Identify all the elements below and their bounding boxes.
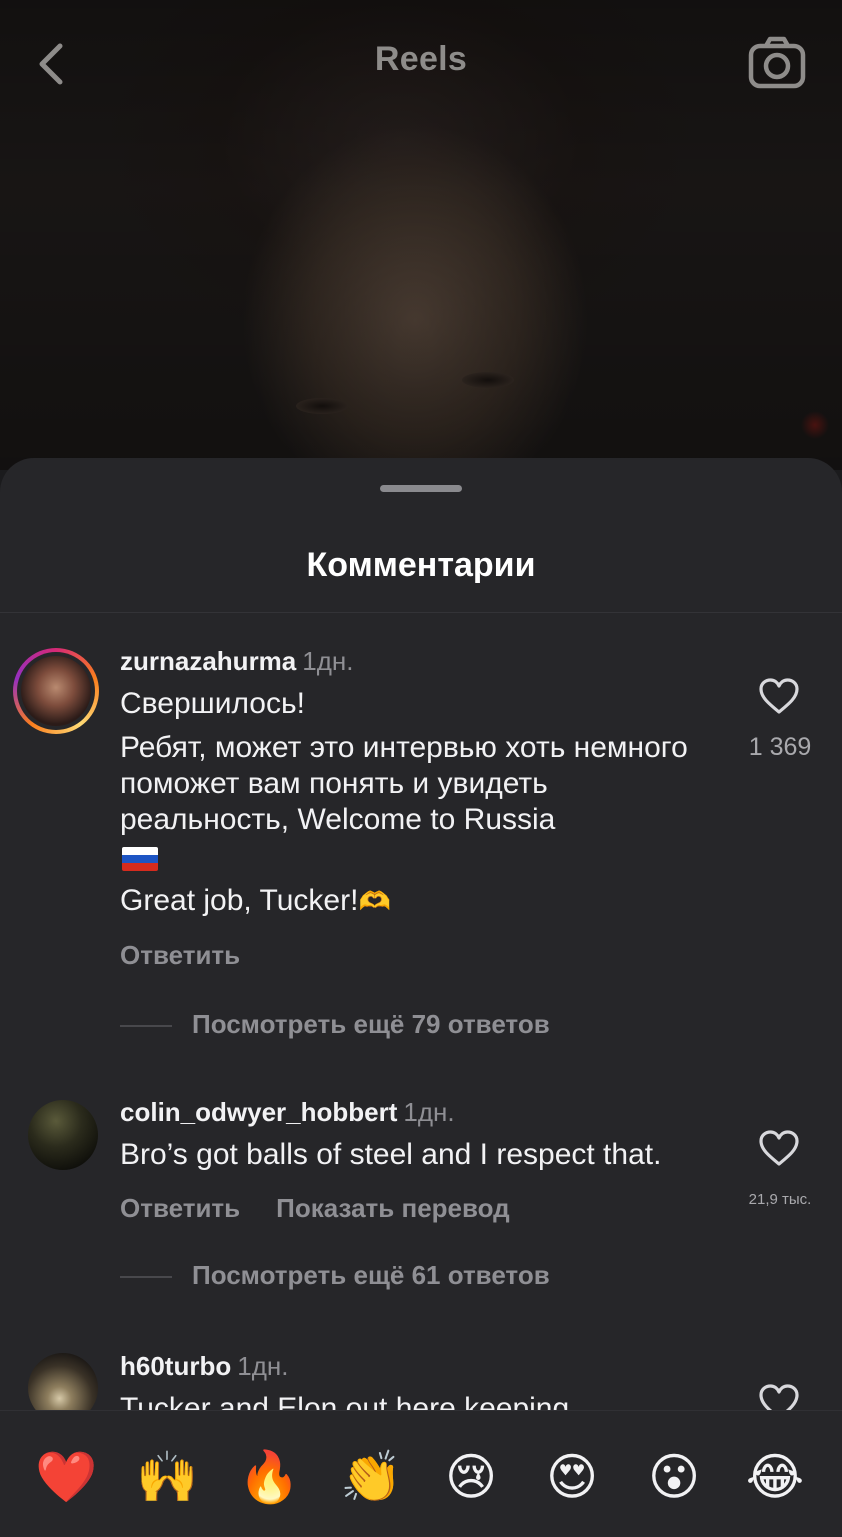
heart-hands-emoji-icon: 🫶 <box>358 886 391 916</box>
camera-button[interactable] <box>747 34 807 90</box>
view-replies-button[interactable]: Посмотреть ещё 61 ответов <box>120 1260 550 1291</box>
comment-text-line: Great job, Tucker! <box>120 884 359 917</box>
flag-russia-icon <box>122 847 158 871</box>
comment-header: zurnazahurma 1дн. <box>120 646 353 677</box>
sheet-grabber-handle[interactable] <box>380 485 462 492</box>
fire-emoji-icon[interactable]: 🔥 <box>238 1447 300 1507</box>
comment-item: h60turbo 1дн. Tucker and Elon out here ke… <box>0 1318 842 1410</box>
like-button[interactable] <box>758 1129 800 1167</box>
comments-list[interactable]: zurnazahurma 1дн. Свершилось! Ребят, може… <box>0 613 842 1410</box>
reply-button[interactable]: Ответить <box>120 1193 240 1223</box>
comment-text-line: Tucker and Elon out here keeping <box>120 1392 570 1410</box>
avatar[interactable] <box>28 1353 98 1410</box>
page-title: Reels <box>374 40 468 78</box>
comment-item: colin_odwyer_hobbert 1дн. Bro’s got balls… <box>0 1063 842 1293</box>
heart-outline-icon <box>759 678 799 714</box>
comment-header: h60turbo 1дн. <box>120 1351 288 1382</box>
heart-eyes-emoji-icon[interactable]: 😍 <box>542 1447 602 1507</box>
view-replies-label: Посмотреть ещё 79 ответов <box>192 1009 550 1039</box>
show-translation-button[interactable]: Показать перевод <box>276 1193 510 1223</box>
comment-username[interactable]: h60turbo <box>120 1351 231 1381</box>
like-button[interactable] <box>758 1383 800 1410</box>
avatar[interactable] <box>28 1100 98 1170</box>
comment-item: zurnazahurma 1дн. Свершилось! Ребят, може… <box>0 613 842 1053</box>
heart-outline-icon <box>759 1384 799 1410</box>
sheet-title: Комментарии <box>306 546 536 584</box>
heart-outline-icon <box>759 1130 799 1166</box>
like-count: 21,9 тыс. <box>748 1191 812 1208</box>
avatar <box>21 656 91 726</box>
comment-username[interactable]: zurnazahurma <box>120 646 296 676</box>
comments-sheet: Комментарии zurnazahurma 1дн. Свершилось!… <box>0 458 842 1536</box>
view-replies-label: Посмотреть ещё 61 ответов <box>192 1260 550 1290</box>
raising-hands-emoji-icon[interactable]: 🙌 <box>136 1447 198 1507</box>
comment-text-line: Ребят, может это интервью хоть немного п… <box>120 731 688 836</box>
comment-text-line: Свершилось! <box>120 687 305 720</box>
comment-text-paragraph: Ребят, может это интервью хоть немного п… <box>120 730 720 838</box>
comment-actions: Ответить Показать перевод <box>120 1193 546 1224</box>
view-replies-button[interactable]: Посмотреть ещё 79 ответов <box>120 1009 550 1040</box>
emoji-reaction-bar: ❤️ 🙌 🔥 👏 😢 😍 😮 😂 <box>0 1410 842 1537</box>
like-button[interactable] <box>758 677 800 715</box>
comment-actions: Ответить <box>120 940 276 971</box>
surprised-face-emoji-icon[interactable]: 😮 <box>644 1447 704 1507</box>
comment-header: colin_odwyer_hobbert 1дн. <box>120 1097 455 1128</box>
comment-time: 1дн. <box>403 1097 455 1127</box>
comment-time: 1дн. <box>237 1351 289 1381</box>
comment-text-line: Great job, Tucker!🫶 <box>120 883 720 919</box>
laughing-tears-emoji-icon[interactable]: 😂 <box>745 1447 805 1507</box>
clapping-hands-emoji-icon[interactable]: 👏 <box>340 1447 402 1507</box>
like-count: 1 369 <box>748 733 812 761</box>
comment-username[interactable]: colin_odwyer_hobbert <box>120 1097 397 1127</box>
red-heart-emoji-icon[interactable]: ❤️ <box>35 1447 97 1507</box>
comment-text-line: Bro’s got balls of steel and I respect t… <box>120 1138 662 1171</box>
crying-face-emoji-icon[interactable]: 😢 <box>441 1447 501 1507</box>
comment-time: 1дн. <box>302 646 354 676</box>
camera-icon <box>748 36 806 89</box>
reply-button[interactable]: Ответить <box>120 940 240 970</box>
top-bar: Reels <box>0 0 842 125</box>
story-ring[interactable] <box>13 648 99 734</box>
